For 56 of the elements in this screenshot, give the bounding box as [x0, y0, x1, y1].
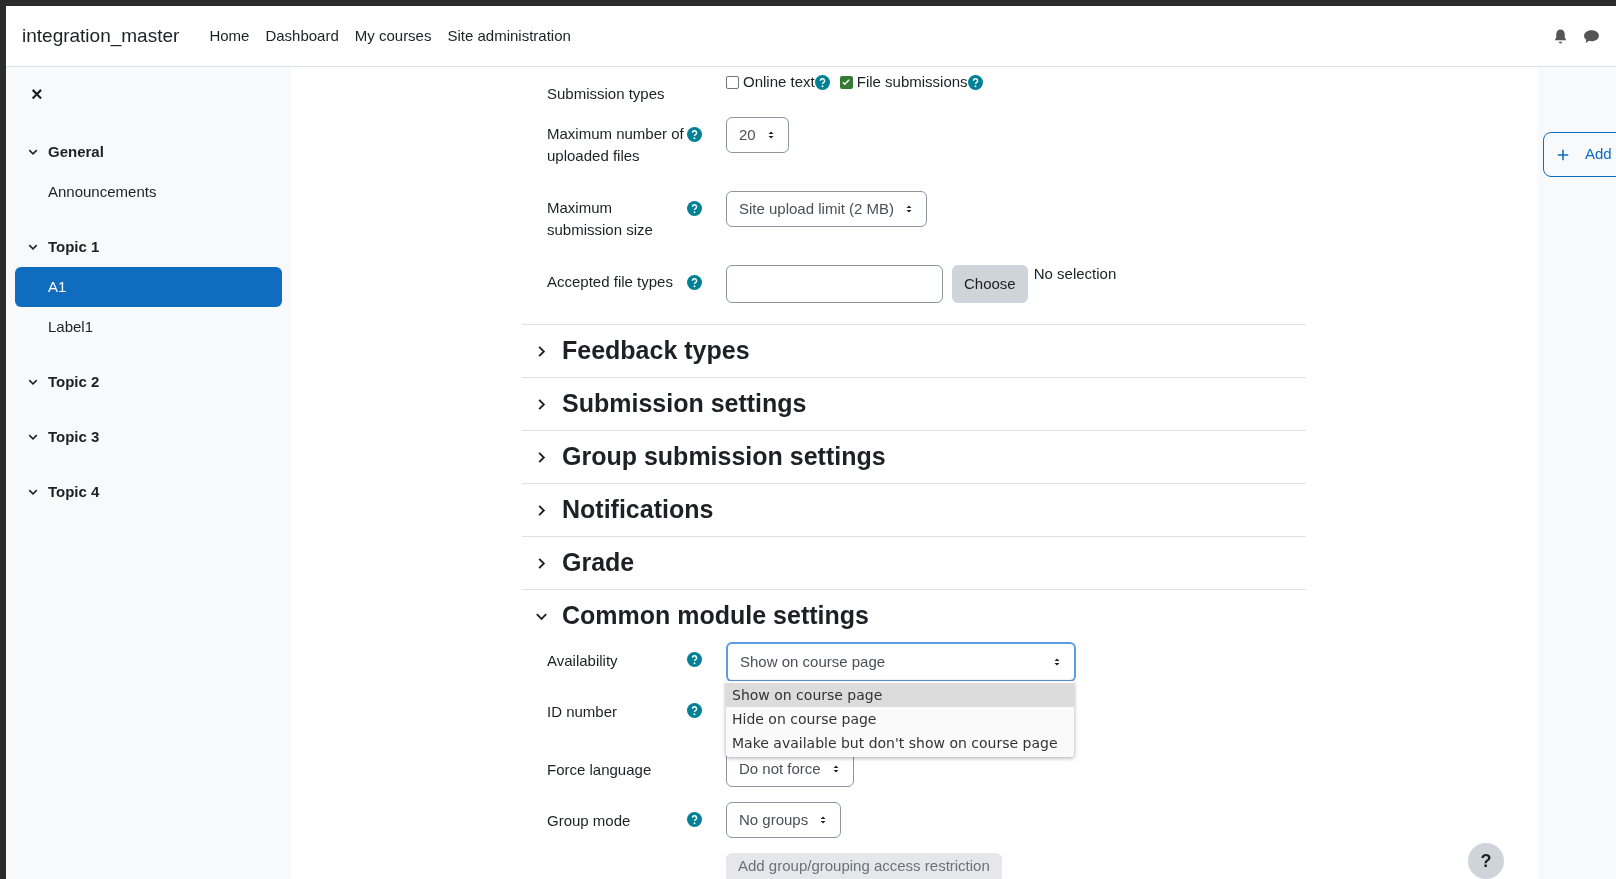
help-icon[interactable] — [687, 812, 702, 827]
field-label: Maximum submission size — [547, 198, 654, 240]
select-field[interactable]: 20 — [726, 117, 789, 153]
nav-link[interactable]: Home — [209, 24, 250, 48]
checkbox[interactable] — [726, 75, 739, 89]
section-heading[interactable]: Notifications — [562, 491, 714, 529]
help-icon[interactable] — [687, 703, 702, 718]
field-label: Accepted file types — [547, 272, 674, 292]
check-icon — [841, 77, 852, 88]
help-icon[interactable] — [687, 201, 702, 216]
field-label: Submission types — [547, 84, 666, 104]
select-field[interactable]: No groups — [726, 802, 842, 838]
checkbox-label[interactable]: File submissions — [856, 71, 968, 94]
field-label: Force language — [547, 760, 653, 780]
chat-icon[interactable] — [1583, 27, 1600, 45]
section-heading[interactable]: Grade — [562, 544, 635, 582]
sort-arrows-icon — [1052, 657, 1062, 667]
nav-link[interactable]: My courses — [354, 24, 432, 48]
section-link[interactable]: Topic 2 — [48, 370, 100, 394]
section-link[interactable]: Topic 1 — [48, 235, 100, 259]
select-field[interactable]: Show on course page — [726, 642, 1076, 682]
field-label: ID number — [547, 702, 619, 722]
section-link[interactable]: General — [48, 140, 104, 164]
checkbox-label[interactable]: Online text — [743, 71, 815, 94]
nav-link[interactable]: Site administration — [447, 24, 571, 48]
help-icon[interactable] — [967, 74, 983, 90]
help-button[interactable]: ? — [1468, 843, 1504, 879]
help-icon[interactable] — [687, 127, 702, 142]
bell-icon[interactable] — [1552, 27, 1569, 45]
help-icon[interactable] — [687, 652, 702, 667]
choose-button[interactable]: Choose — [952, 265, 1028, 303]
plus-icon — [1556, 147, 1570, 162]
section-link[interactable]: Topic 4 — [48, 480, 100, 504]
help-icon[interactable] — [814, 74, 830, 90]
field-label: Group mode — [547, 811, 632, 831]
field-label: Availability — [547, 651, 619, 671]
course-item[interactable]: A1 — [15, 267, 282, 307]
field-label: Maximum number of uploaded files — [547, 124, 685, 166]
checkbox[interactable] — [839, 75, 853, 89]
selection-status: No selection — [1033, 264, 1117, 284]
nav-link[interactable]: Dashboard — [265, 24, 339, 48]
section-link[interactable]: Topic 3 — [48, 425, 100, 449]
section-heading[interactable]: Common module settings — [562, 597, 869, 635]
text-input[interactable] — [726, 265, 943, 303]
site-brand[interactable]: integration_master — [22, 21, 180, 51]
section-heading[interactable]: Feedback types — [562, 332, 750, 370]
help-icon[interactable] — [687, 275, 702, 290]
select-field[interactable]: Site upload limit (2 MB) — [726, 191, 928, 227]
section-heading[interactable]: Group submission settings — [562, 438, 886, 476]
dropdown-option[interactable]: Show on course page — [726, 683, 1074, 707]
course-item[interactable]: Announcements — [15, 172, 282, 212]
close-button[interactable]: × — [31, 84, 43, 104]
section-heading[interactable]: Submission settings — [562, 385, 807, 423]
course-item[interactable]: Label1 — [15, 307, 282, 347]
dropdown-option[interactable]: Hide on course page — [726, 707, 1074, 731]
add-button[interactable]: Add — [1543, 132, 1616, 177]
